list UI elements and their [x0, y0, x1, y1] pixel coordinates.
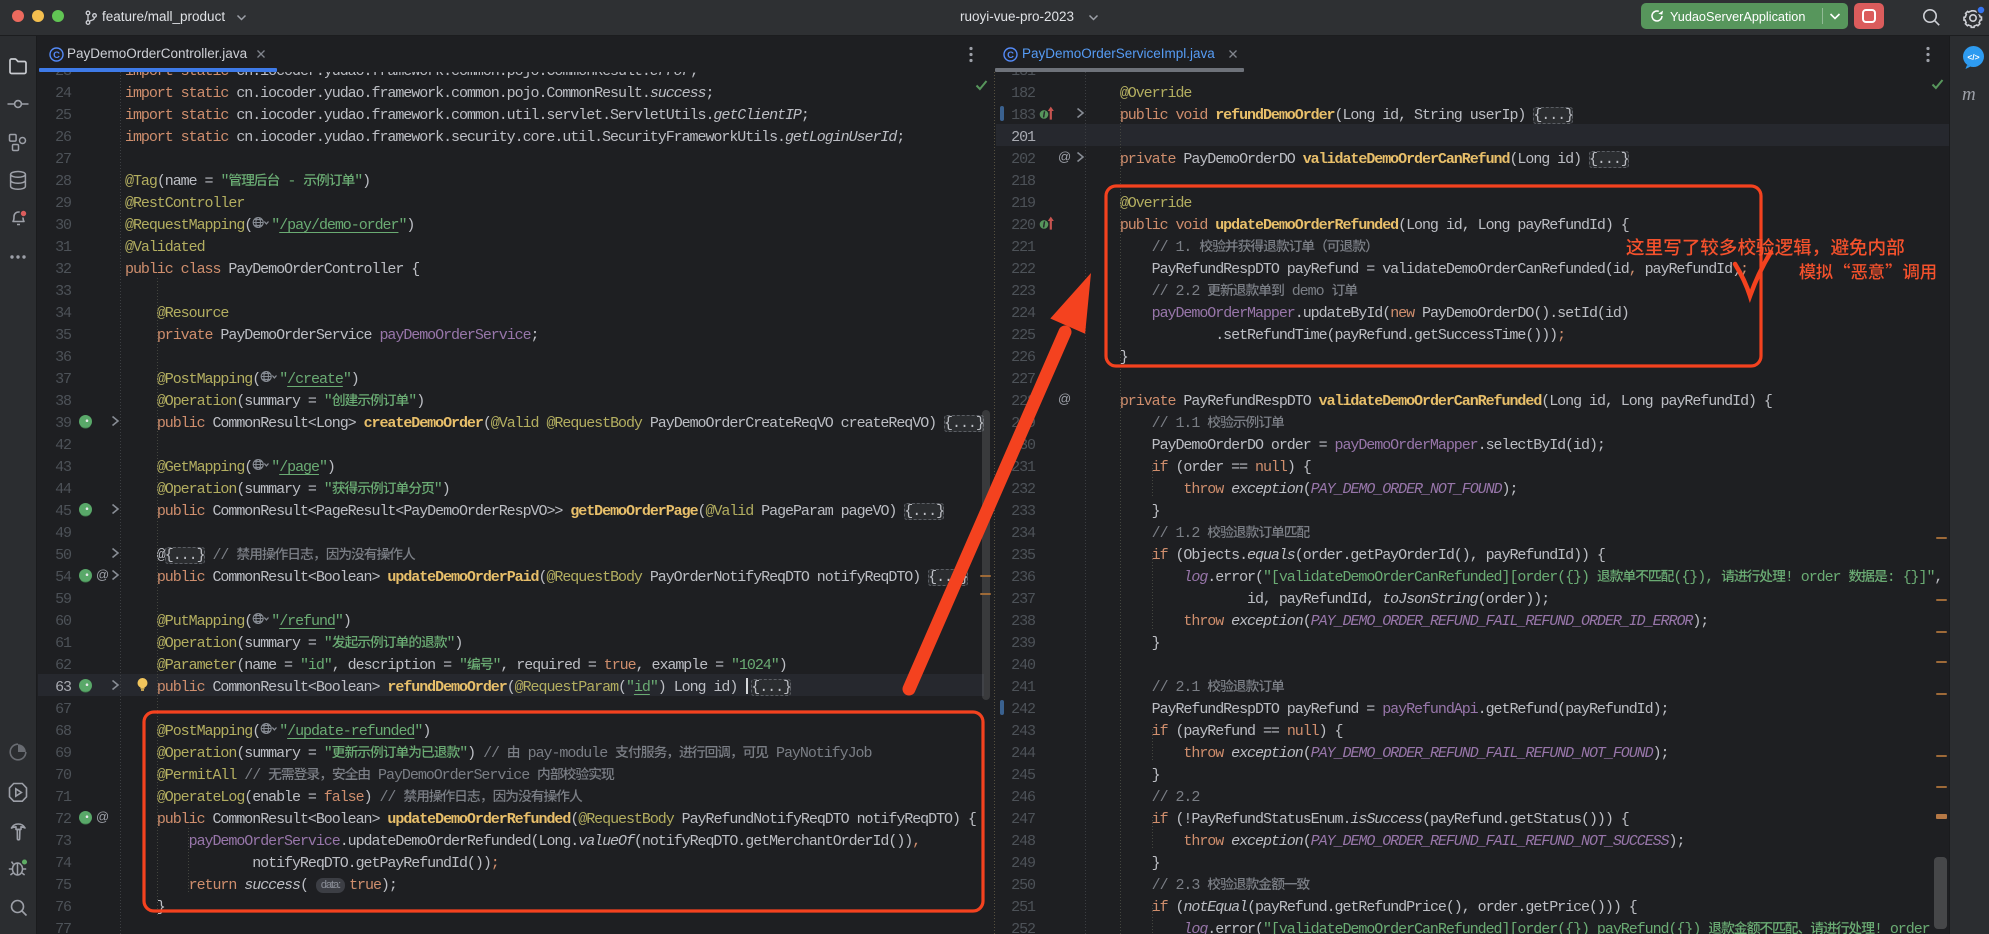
svg-text:C: C [53, 50, 60, 61]
svg-text:</>: </> [1967, 52, 1979, 62]
svg-text:C: C [1007, 50, 1014, 61]
